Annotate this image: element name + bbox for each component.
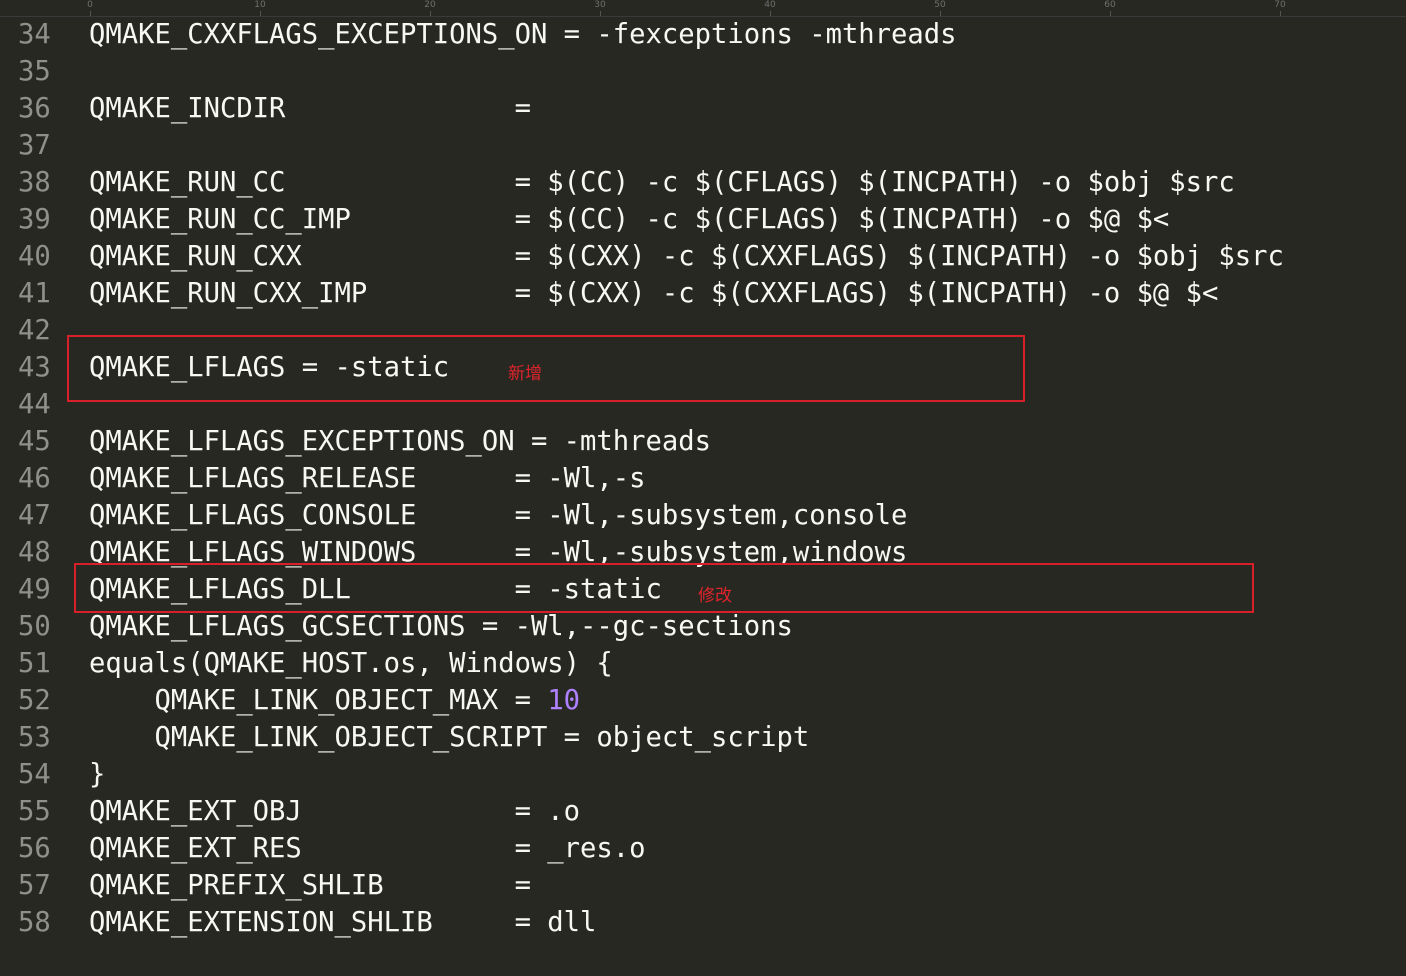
line-number: 37 (18, 130, 51, 161)
line-number: 47 (18, 500, 51, 531)
code-line[interactable]: 53 QMAKE_LINK_OBJECT_SCRIPT = object_scr… (0, 719, 1406, 756)
line-text[interactable]: QMAKE_LINK_OBJECT_MAX = 10 (89, 682, 580, 719)
ruler-mark: 40 (764, 0, 776, 10)
line-number: 50 (18, 611, 51, 642)
code-line[interactable]: 38 QMAKE_RUN_CC = $(CC) -c $(CFLAGS) $(IN… (0, 164, 1406, 201)
line-number: 57 (18, 870, 51, 901)
code-text: QMAKE_INCDIR = (89, 93, 531, 124)
line-number: 56 (18, 833, 51, 864)
line-number: 54 (18, 759, 51, 790)
code-text: QMAKE_EXT_RES = _res.o (89, 833, 646, 864)
code-line[interactable]: 55 QMAKE_EXT_OBJ = .o (0, 793, 1406, 830)
line-number: 35 (18, 56, 51, 87)
line-number: 34 (18, 19, 51, 50)
code-text: QMAKE_RUN_CC_IMP = $(CC) -c $(CFLAGS) $(… (89, 204, 1170, 235)
added-annotation-label: 新增 (508, 364, 542, 384)
code-text: QMAKE_CXXFLAGS_EXCEPTIONS_ON = -fexcepti… (89, 19, 957, 50)
line-number: 58 (18, 907, 51, 938)
line-number: 55 (18, 796, 51, 827)
line-number: 46 (18, 463, 51, 494)
ruler-mark: 70 (1274, 0, 1286, 10)
code-line[interactable]: 51 equals(QMAKE_HOST.os, Windows) { (0, 645, 1406, 682)
code-line[interactable]: 57 QMAKE_PREFIX_SHLIB = (0, 867, 1406, 904)
ruler-mark: 10 (254, 0, 266, 10)
code-line[interactable]: 39 QMAKE_RUN_CC_IMP = $(CC) -c $(CFLAGS) … (0, 201, 1406, 238)
code-line[interactable]: 58 QMAKE_EXTENSION_SHLIB = dll (0, 904, 1406, 941)
line-number: 51 (18, 648, 51, 679)
line-number: 48 (18, 537, 51, 568)
code-line[interactable]: 45 QMAKE_LFLAGS_EXCEPTIONS_ON = -mthreads (0, 423, 1406, 460)
code-editor[interactable]: 0 10 20 30 40 50 60 70 34 QMAKE_CXXFLAGS_EXCEPTI… (0, 0, 1406, 976)
numeric-literal: 10 (547, 685, 581, 716)
line-text[interactable]: QMAKE_LINK_OBJECT_SCRIPT = object_script (89, 719, 809, 756)
code-line[interactable]: 46 QMAKE_LFLAGS_RELEASE = -Wl,-s (0, 460, 1406, 497)
line-text[interactable]: QMAKE_EXT_RES = _res.o (89, 830, 646, 867)
code-text: QMAKE_LINK_OBJECT_MAX = (89, 685, 548, 716)
line-text[interactable]: QMAKE_LFLAGS_GCSECTIONS = -Wl,--gc-secti… (89, 608, 793, 645)
line-text[interactable]: QMAKE_LFLAGS_EXCEPTIONS_ON = -mthreads (89, 423, 711, 460)
modified-annotation-label: 修改 (698, 586, 732, 606)
line-number: 44 (18, 389, 51, 420)
code-line[interactable]: 35 (0, 53, 1406, 90)
code-line[interactable]: 40 QMAKE_RUN_CXX = $(CXX) -c $(CXXFLAGS) … (0, 238, 1406, 275)
column-ruler: 0 10 20 30 40 50 60 70 (0, 0, 1406, 17)
code-text: QMAKE_LFLAGS_RELEASE = -Wl,-s (89, 463, 646, 494)
line-number: 39 (18, 204, 51, 235)
code-text: QMAKE_LFLAGS_CONSOLE = -Wl,-subsystem,co… (89, 500, 908, 531)
line-number: 52 (18, 685, 51, 716)
line-text[interactable]: QMAKE_RUN_CXX = $(CXX) -c $(CXXFLAGS) $(… (89, 238, 1284, 275)
code-text: QMAKE_RUN_CXX = $(CXX) -c $(CXXFLAGS) $(… (89, 241, 1284, 272)
code-line[interactable]: 50 QMAKE_LFLAGS_GCSECTIONS = -Wl,--gc-sec… (0, 608, 1406, 645)
line-number: 49 (18, 574, 51, 605)
line-text[interactable]: QMAKE_LFLAGS_RELEASE = -Wl,-s (89, 460, 646, 497)
line-text[interactable]: QMAKE_INCDIR = (89, 90, 531, 127)
line-text[interactable]: QMAKE_CXXFLAGS_EXCEPTIONS_ON = -fexcepti… (89, 16, 957, 53)
line-number: 38 (18, 167, 51, 198)
code-text: QMAKE_RUN_CXX_IMP = $(CXX) -c $(CXXFLAGS… (89, 278, 1219, 309)
line-number: 41 (18, 278, 51, 309)
line-text[interactable]: QMAKE_LFLAGS_CONSOLE = -Wl,-subsystem,co… (89, 497, 907, 534)
code-text: QMAKE_LFLAGS_GCSECTIONS = -Wl,--gc-secti… (89, 611, 793, 642)
code-text: QMAKE_EXT_OBJ = .o (89, 796, 581, 827)
code-line[interactable]: 37 (0, 127, 1406, 164)
code-text: } (89, 759, 106, 790)
line-number: 40 (18, 241, 51, 272)
code-line[interactable]: 54} (0, 756, 1406, 793)
line-text[interactable]: } (89, 756, 105, 793)
line-text[interactable]: QMAKE_RUN_CC_IMP = $(CC) -c $(CFLAGS) $(… (89, 201, 1169, 238)
line-text[interactable]: QMAKE_EXT_OBJ = .o (89, 793, 580, 830)
code-text: equals(QMAKE_HOST.os, Windows) { (89, 648, 613, 679)
line-text[interactable]: QMAKE_EXTENSION_SHLIB = dll (89, 904, 596, 941)
code-area[interactable]: 34 QMAKE_CXXFLAGS_EXCEPTIONS_ON = -fexcep… (0, 16, 1406, 941)
code-line[interactable]: 56 QMAKE_EXT_RES = _res.o (0, 830, 1406, 867)
line-number: 36 (18, 93, 51, 124)
code-text: QMAKE_LFLAGS_EXCEPTIONS_ON = -mthreads (89, 426, 711, 457)
code-text: QMAKE_LINK_OBJECT_SCRIPT = object_script (89, 722, 810, 753)
code-line[interactable]: 47 QMAKE_LFLAGS_CONSOLE = -Wl,-subsystem,… (0, 497, 1406, 534)
code-line[interactable]: 52 QMAKE_LINK_OBJECT_MAX = 10 (0, 682, 1406, 719)
added-highlight-box (67, 335, 1025, 402)
line-number: 53 (18, 722, 51, 753)
ruler-mark: 20 (424, 0, 436, 10)
code-line[interactable]: 36 QMAKE_INCDIR = (0, 90, 1406, 127)
line-number: 43 (18, 352, 51, 383)
modified-highlight-box (74, 563, 1254, 613)
code-line[interactable]: 34 QMAKE_CXXFLAGS_EXCEPTIONS_ON = -fexcep… (0, 16, 1406, 53)
ruler-mark: 60 (1104, 0, 1116, 10)
code-text: QMAKE_PREFIX_SHLIB = (89, 870, 531, 901)
line-text[interactable]: QMAKE_PREFIX_SHLIB = (89, 867, 531, 904)
code-text: QMAKE_EXTENSION_SHLIB = dll (89, 907, 597, 938)
ruler-mark: 0 (87, 0, 93, 10)
code-line[interactable]: 41 QMAKE_RUN_CXX_IMP = $(CXX) -c $(CXXFLA… (0, 275, 1406, 312)
line-text[interactable]: equals(QMAKE_HOST.os, Windows) { (89, 645, 613, 682)
line-number: 45 (18, 426, 51, 457)
code-text: QMAKE_RUN_CC = $(CC) -c $(CFLAGS) $(INCP… (89, 167, 1235, 198)
ruler-mark: 30 (594, 0, 606, 10)
ruler-mark: 50 (934, 0, 946, 10)
line-number: 42 (18, 315, 51, 346)
line-text[interactable]: QMAKE_RUN_CXX_IMP = $(CXX) -c $(CXXFLAGS… (89, 275, 1218, 312)
line-text[interactable]: QMAKE_RUN_CC = $(CC) -c $(CFLAGS) $(INCP… (89, 164, 1235, 201)
